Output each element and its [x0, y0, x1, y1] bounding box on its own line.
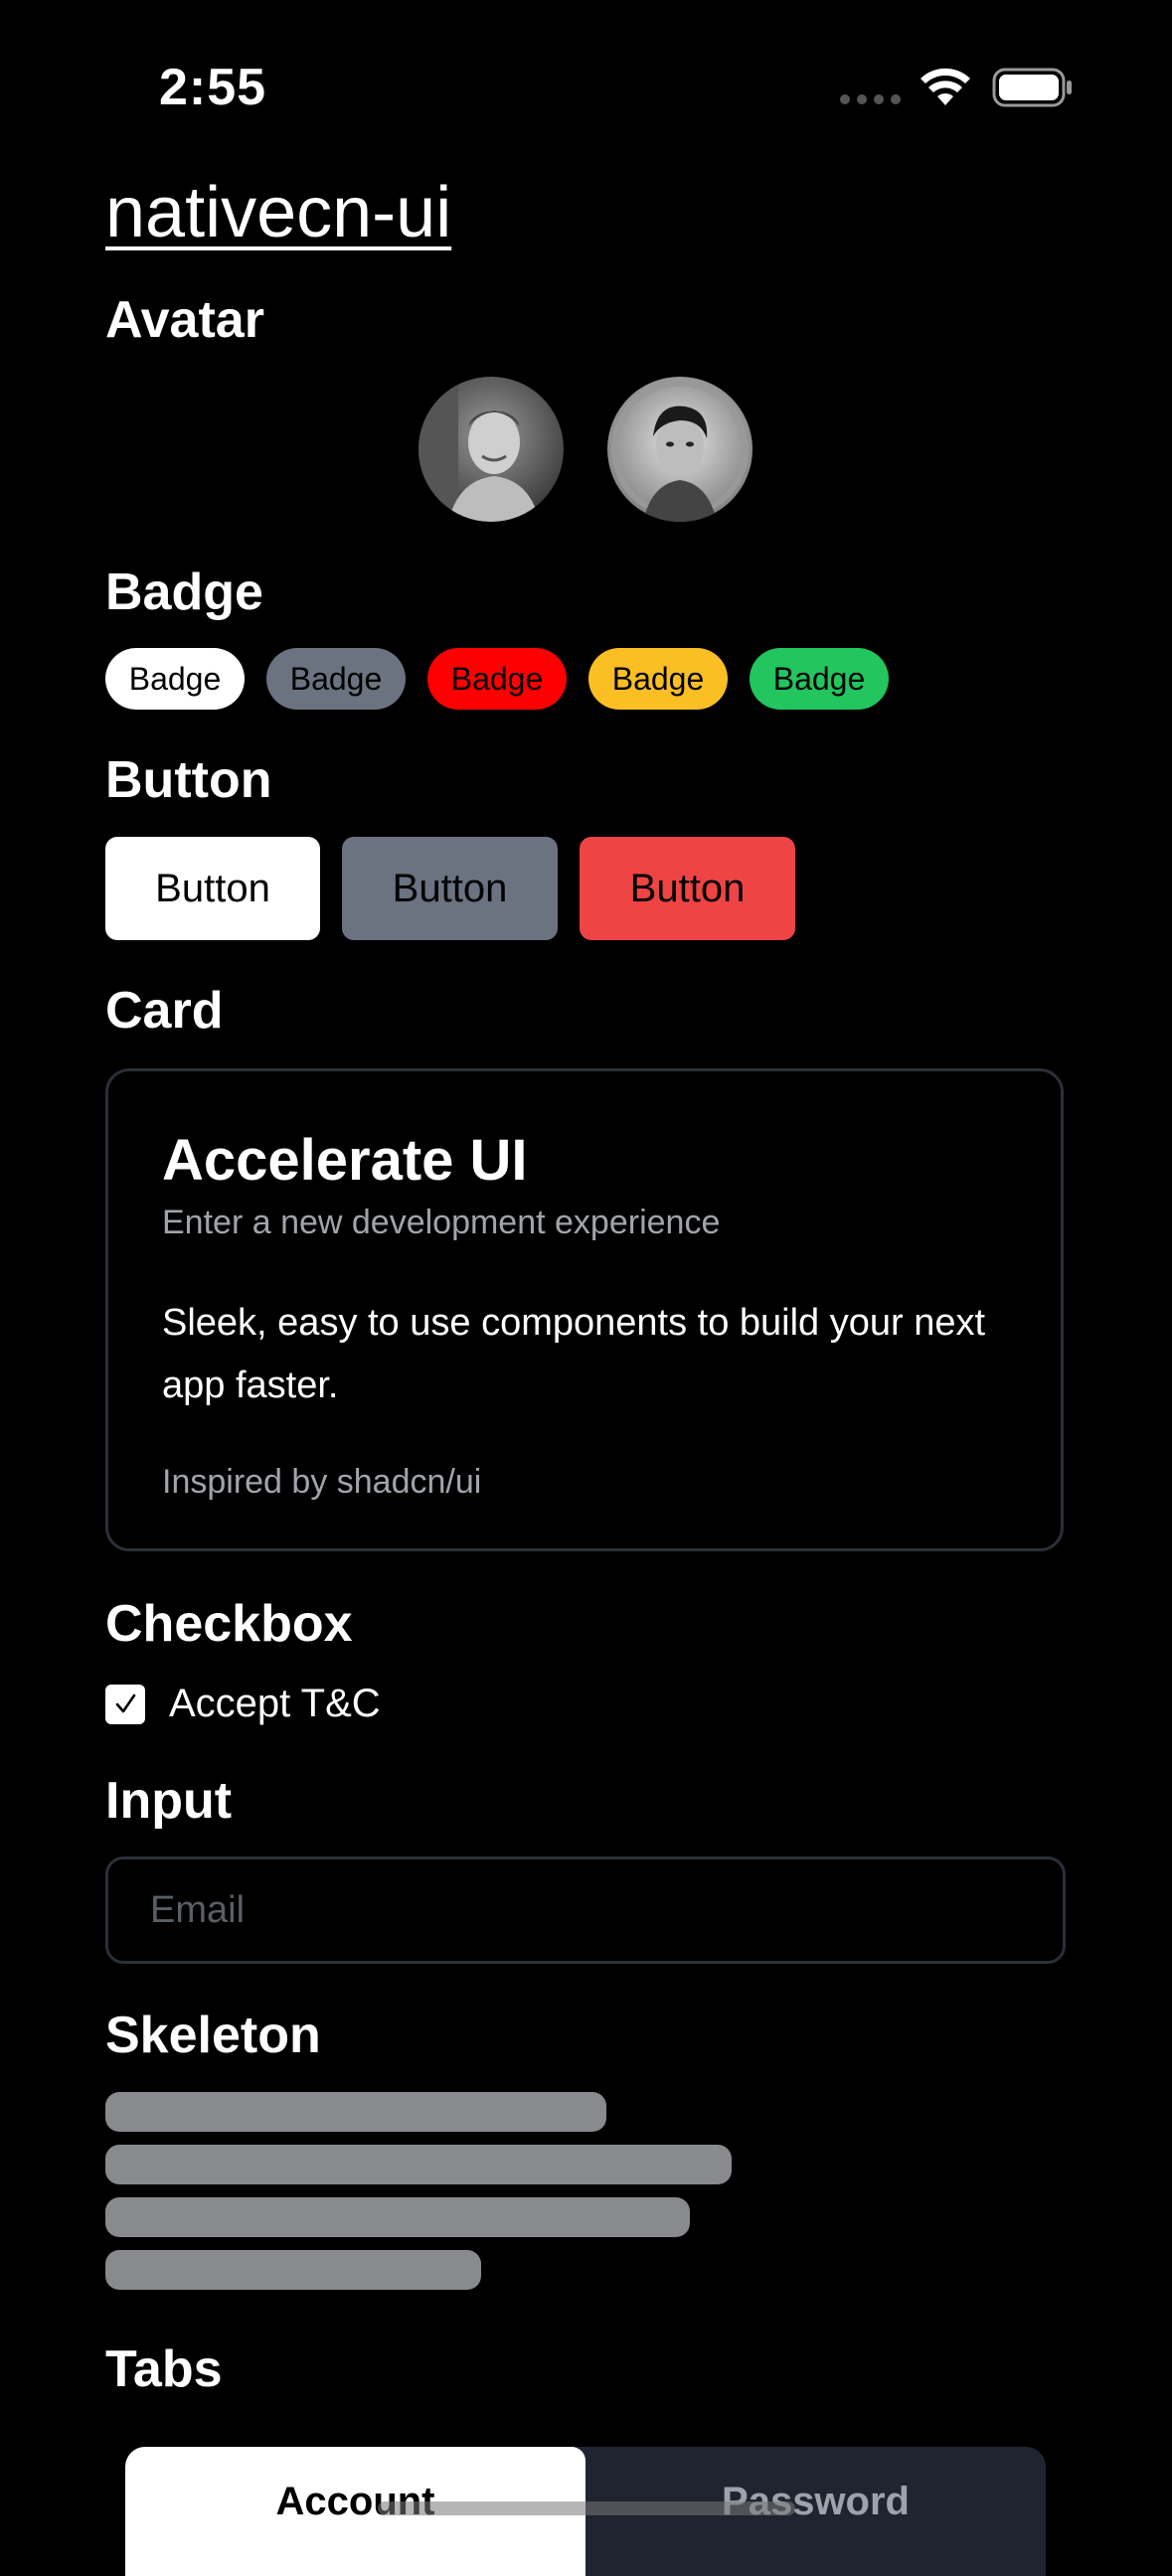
section-title-avatar: Avatar [105, 291, 264, 349]
status-bar: 2:55 [0, 0, 1172, 169]
checkbox-row[interactable]: Accept T&C [105, 1682, 381, 1726]
accept-terms-checkbox[interactable] [105, 1684, 145, 1724]
wifi-icon [921, 68, 970, 105]
avatar-2-image [607, 377, 753, 522]
badge-warning: Badge [588, 648, 728, 710]
battery-icon [992, 68, 1072, 107]
card-body: Sleek, easy to use components to build y… [162, 1302, 986, 1406]
avatar-2[interactable] [607, 377, 753, 522]
card-description: Enter a new development experience [162, 1204, 721, 1241]
status-time: 2:55 [159, 59, 267, 116]
section-title-tabs: Tabs [105, 2340, 223, 2398]
cellular-signal-icon [840, 94, 901, 104]
badge-destructive: Badge [427, 648, 567, 710]
home-indicator[interactable] [378, 2501, 795, 2515]
section-title-checkbox: Checkbox [105, 1595, 353, 1653]
section-title-input: Input [105, 1772, 233, 1830]
skeleton-line [105, 2092, 606, 2132]
section-title-card: Card [105, 982, 224, 1040]
badge-default: Badge [105, 648, 245, 710]
avatar-1[interactable] [419, 377, 564, 522]
section-title-skeleton: Skeleton [105, 2007, 321, 2064]
skeleton-line [105, 2197, 690, 2237]
button-default[interactable]: Button [105, 837, 320, 940]
button-secondary[interactable]: Button [342, 837, 558, 940]
button-row: Button Button Button [105, 837, 795, 940]
card: Accelerate UI Enter a new development ex… [105, 1068, 1064, 1551]
section-title-badge: Badge [105, 564, 263, 621]
badge-secondary: Badge [266, 648, 406, 710]
app-title[interactable]: nativecn-ui [105, 177, 451, 248]
card-footer: Inspired by shadcn/ui [162, 1463, 482, 1501]
email-input[interactable] [105, 1856, 1066, 1964]
button-destructive[interactable]: Button [580, 837, 795, 940]
checkbox-label[interactable]: Accept T&C [169, 1682, 381, 1726]
skeleton-line [105, 2250, 481, 2290]
avatar-1-image [419, 377, 564, 522]
check-icon [115, 1693, 136, 1712]
section-title-button: Button [105, 751, 272, 809]
badge-success: Badge [750, 648, 889, 710]
badge-row: Badge Badge Badge Badge Badge [105, 648, 889, 710]
card-title: Accelerate UI [162, 1128, 528, 1193]
skeleton-line [105, 2145, 732, 2184]
